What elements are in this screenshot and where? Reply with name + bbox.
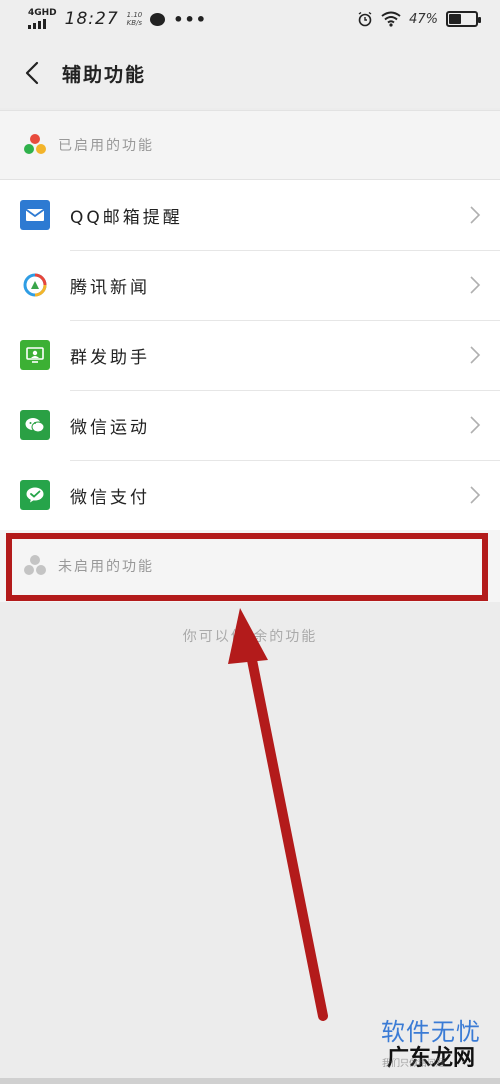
enabled-clover-icon [24, 134, 46, 156]
battery-level-fill [449, 14, 462, 24]
mail-icon [20, 200, 50, 230]
nav-header: 辅助功能 [0, 38, 500, 108]
network-speed: 1.10 KB/s [127, 11, 143, 27]
page-title: 辅助功能 [62, 63, 147, 86]
chevron-right-icon [470, 276, 481, 294]
feature-label: 腾讯新闻 [70, 277, 150, 298]
feature-row-tencent-news[interactable]: 腾讯新闻 [0, 250, 500, 320]
feature-label: 群发助手 [70, 347, 150, 368]
wechat-sport-icon [20, 410, 50, 440]
wifi-icon [381, 11, 401, 27]
battery-percent: 47% [409, 11, 438, 27]
wechat-pay-icon [20, 480, 50, 510]
feature-row-qq-mail[interactable]: QQ邮箱提醒 [0, 180, 500, 250]
watermark-logo: 软件无忧 广东龙网 我们只做精问题 [368, 1018, 494, 1080]
chevron-right-icon [470, 206, 481, 224]
back-button[interactable] [12, 53, 52, 93]
feature-label: QQ邮箱提醒 [70, 207, 183, 228]
enabled-section-label: 已启用的功能 [58, 138, 154, 154]
message-notification-icon [150, 12, 166, 26]
disabled-clover-icon [24, 555, 46, 577]
battery-icon [446, 11, 481, 27]
enabled-feature-list: QQ邮箱提醒 腾讯新闻 群发助手 微信运动 微信支付 [0, 180, 500, 530]
watermark-small-text: 我们只做精问题 [382, 1059, 446, 1069]
network-indicator: 4GHD [28, 9, 57, 29]
bottom-edge [0, 1078, 500, 1084]
watermark-top-text: 软件无忧 [381, 1018, 481, 1046]
empty-hint-text: 你可以停 余的功能 [182, 629, 318, 645]
more-notifications-indicator: ••• [173, 9, 207, 29]
feature-label: 微信运动 [70, 417, 150, 438]
feature-label: 微信支付 [70, 487, 150, 508]
chevron-left-icon [25, 61, 39, 85]
clock: 18:27 [64, 9, 119, 29]
enabled-section-header: 已启用的功能 [0, 110, 500, 180]
alarm-icon [358, 11, 372, 27]
feature-row-wechat-sport[interactable]: 微信运动 [0, 390, 500, 460]
network-speed-unit: KB/s [126, 19, 143, 27]
signal-icon [28, 19, 46, 29]
group-send-icon [20, 340, 50, 370]
disabled-section-header: 未启用的功能 [0, 530, 500, 602]
chevron-right-icon [470, 346, 481, 364]
status-bar: 4GHD 18:27 1.10 KB/s ••• 47% [0, 0, 500, 38]
chevron-right-icon [470, 486, 481, 504]
feature-row-group-send[interactable]: 群发助手 [0, 320, 500, 390]
network-speed-value: 1.10 [126, 11, 143, 19]
disabled-section-label: 未启用的功能 [58, 559, 154, 575]
feature-row-wechat-pay[interactable]: 微信支付 [0, 460, 500, 530]
network-type-label: 4GHD [28, 8, 57, 18]
chevron-right-icon [470, 416, 481, 434]
tencent-news-icon [20, 270, 50, 300]
